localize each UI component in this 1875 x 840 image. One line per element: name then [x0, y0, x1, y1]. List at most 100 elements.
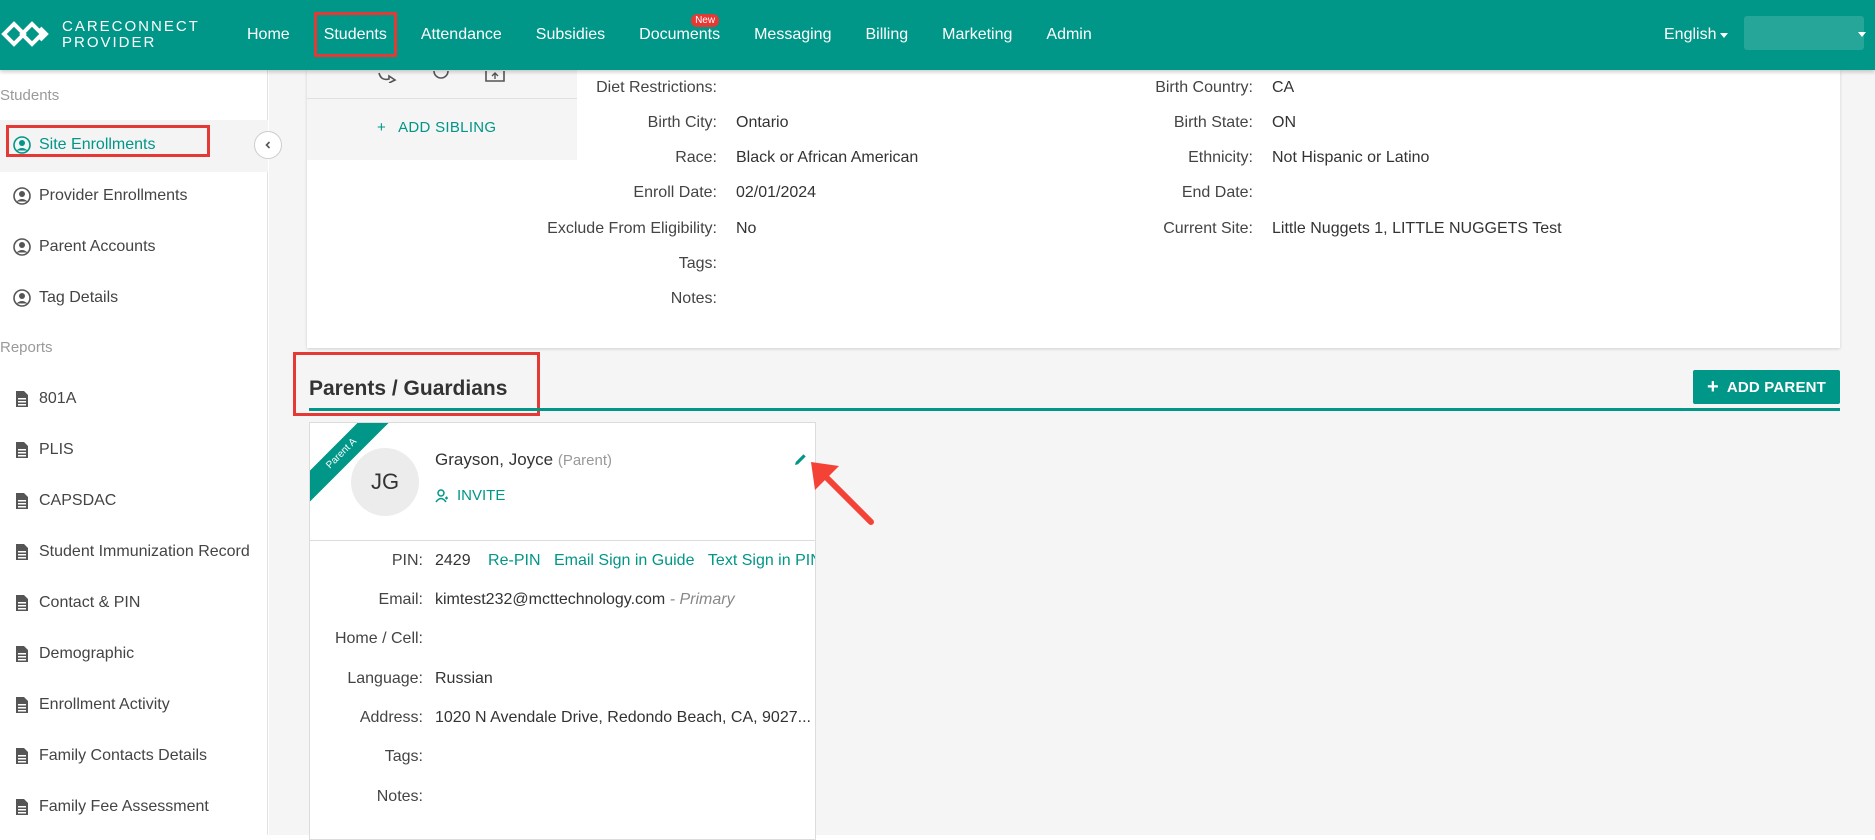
birth-country-label: Birth Country: [1155, 79, 1253, 96]
sidebar-item-capsdac[interactable]: CAPSDAC [12, 486, 116, 516]
nav-messaging[interactable]: Messaging [737, 0, 848, 70]
sidebar-item-label: Site Enrollments [39, 136, 156, 153]
sidebar-item-family-fee-assessment[interactable]: Family Fee Assessment [12, 792, 209, 822]
sidebar-item-label: Tag Details [39, 289, 119, 306]
sidebar-item-label: Parent Accounts [39, 238, 156, 255]
tags-label: Tags: [678, 255, 717, 272]
sidebar-item-family-contacts-details[interactable]: Family Contacts Details [12, 741, 207, 771]
document-icon [12, 747, 32, 765]
sidebar-section-reports: Reports [0, 339, 53, 356]
sidebar-item-801a[interactable]: 801A [12, 384, 76, 414]
birth-state-value: ON [1272, 114, 1296, 131]
sidebar-item-site-enrollments[interactable]: Site Enrollments [12, 130, 156, 160]
user-invite-icon [435, 488, 449, 503]
parent-card: Parent A JG Grayson, Joyce (Parent) INVI… [309, 422, 816, 840]
brand-name-line1: CARECONNECT [62, 18, 200, 35]
nav-subsidies[interactable]: Subsidies [519, 0, 622, 70]
sidebar-item-student-immunization-record[interactable]: Student Immunization Record [12, 537, 250, 567]
parent-name-text: Grayson, Joyce [435, 450, 554, 469]
invite-button[interactable]: INVITE [435, 487, 505, 504]
top-navbar: CARECONNECT PROVIDER Home Students Atten… [0, 0, 1875, 70]
history-icon[interactable] [432, 70, 450, 88]
email-value: kimtest232@mcttechnology.com [435, 591, 666, 608]
sidebar-item-label: Family Fee Assessment [39, 798, 209, 815]
sidebar-item-tag-details[interactable]: Tag Details [12, 283, 118, 313]
sidebar-item-label: Demographic [39, 645, 135, 662]
parent-role: (Parent) [557, 452, 613, 469]
sidebar-item-demographic[interactable]: Demographic [12, 639, 134, 669]
race-label: Race: [675, 149, 717, 166]
address-value: 1020 N Avendale Drive, Redondo Beach, CA… [435, 709, 811, 726]
add-sibling-button[interactable]: + ADD SIBLING [377, 119, 496, 136]
transfer-icon[interactable] [377, 70, 399, 88]
sidebar-item-label: 801A [39, 390, 77, 407]
nav-home[interactable]: Home [230, 0, 307, 70]
sidebar-item-label: CAPSDAC [39, 492, 117, 509]
primary-tag: - Primary [669, 591, 735, 608]
sidebar-section-students: Students [0, 87, 60, 104]
current-site-value: Little Nuggets 1, LITTLE NUGGETS Test [1272, 220, 1562, 237]
birth-state-label: Birth State: [1173, 114, 1253, 131]
language-selector[interactable]: English [1664, 0, 1729, 70]
document-icon [12, 492, 32, 510]
divider [307, 98, 577, 99]
nav-students[interactable]: Students [307, 0, 404, 70]
ethnicity-label: Ethnicity: [1188, 149, 1253, 166]
user-circle-icon [12, 238, 32, 256]
birth-city-value: Ontario [736, 114, 789, 131]
user-menu-chevron-icon[interactable] [1858, 32, 1866, 37]
brand-logo[interactable]: CARECONNECT PROVIDER [0, 16, 198, 54]
text-sign-in-pin-link[interactable]: Text Sign in PIN [708, 552, 815, 569]
nav-admin[interactable]: Admin [1029, 0, 1108, 70]
pencil-icon[interactable] [794, 453, 807, 471]
plus-icon: + [1706, 375, 1719, 398]
email-sign-in-guide-link[interactable]: Email Sign in Guide [554, 552, 695, 569]
parent-card-header: Parent A JG Grayson, Joyce (Parent) INVI… [310, 423, 815, 541]
ethnicity-value: Not Hispanic or Latino [1272, 149, 1430, 166]
notes-label: Notes: [670, 290, 717, 307]
sidebar-item-contact-pin[interactable]: Contact & PIN [12, 588, 140, 618]
chevron-left-icon [265, 141, 271, 149]
sidebar-item-parent-accounts[interactable]: Parent Accounts [12, 232, 156, 262]
sidebar-item-plis[interactable]: PLIS [12, 435, 74, 465]
user-circle-icon [12, 136, 32, 154]
email-label: Email: [378, 591, 423, 608]
sidebar: Students Site Enrollments Provider Enrol… [0, 70, 268, 835]
address-label: Address: [359, 709, 423, 726]
sidebar-item-enrollment-activity[interactable]: Enrollment Activity [12, 690, 170, 720]
end-date-label: End Date: [1181, 184, 1253, 201]
user-menu[interactable] [1744, 16, 1864, 50]
race-value: Black or African American [736, 149, 919, 166]
nav-billing[interactable]: Billing [848, 0, 925, 70]
document-icon [12, 798, 32, 816]
document-icon [12, 543, 32, 561]
sidebar-collapse-button[interactable] [254, 131, 282, 159]
phone-label: Home / Cell: [334, 630, 423, 647]
section-divider [309, 408, 1840, 411]
nav-attendance[interactable]: Attendance [404, 0, 519, 70]
repin-link[interactable]: Re-PIN [488, 552, 540, 569]
language-label: English [1664, 26, 1717, 43]
sidebar-item-provider-enrollments[interactable]: Provider Enrollments [12, 181, 188, 211]
pin-label: PIN: [391, 552, 423, 569]
nav-documents[interactable]: Documents New [622, 0, 737, 70]
add-parent-button[interactable]: + ADD PARENT [1693, 370, 1840, 404]
export-icon[interactable] [485, 70, 505, 88]
pin-value: 2429 [435, 552, 471, 569]
student-details-card: + ADD SIBLING Diet Restrictions: Birth Ci… [307, 70, 1840, 348]
exclude-eligibility-label: Exclude From Eligibility: [547, 220, 717, 237]
invite-label: INVITE [457, 487, 506, 504]
annotation-arrow-icon [811, 462, 874, 525]
main-content: + ADD SIBLING Diet Restrictions: Birth Ci… [269, 70, 1875, 840]
sidebar-item-label: Student Immunization Record [39, 543, 250, 560]
current-site-label: Current Site: [1163, 220, 1253, 237]
add-parent-label: ADD PARENT [1726, 378, 1827, 396]
parent-name: Grayson, Joyce (Parent) [435, 450, 612, 470]
careconnect-logo-icon [1, 21, 49, 47]
add-sibling-label: ADD SIBLING [398, 119, 497, 136]
nav-marketing[interactable]: Marketing [925, 0, 1029, 70]
document-icon [12, 441, 32, 459]
sidebar-item-label: Family Contacts Details [39, 747, 208, 764]
notes-label: Notes: [376, 788, 423, 805]
tags-label: Tags: [384, 748, 423, 765]
